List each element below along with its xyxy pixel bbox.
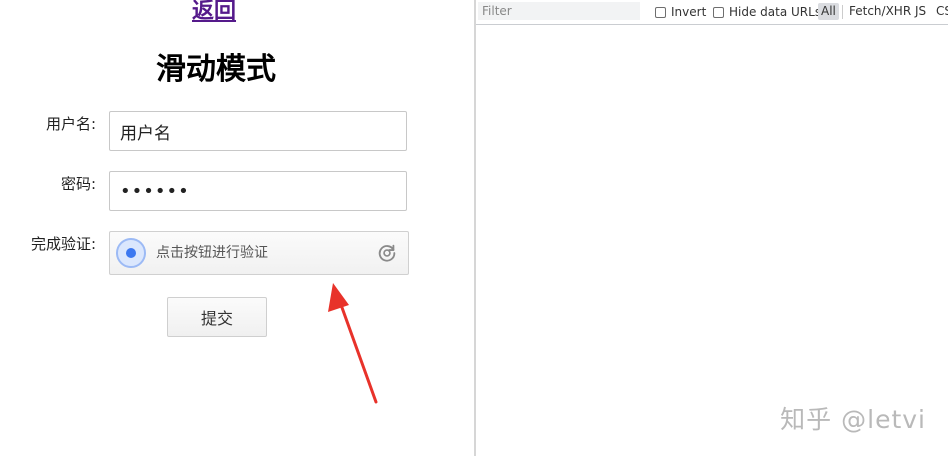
type-filter-css[interactable]: CS [933, 3, 948, 20]
captcha-text: 点击按钮进行验证 [156, 245, 268, 261]
devtools-network-pane: Invert Hide data URLs All Fetch/XHR JS C… [476, 0, 948, 456]
red-arrow-icon [328, 283, 378, 404]
hide-data-urls-checkbox[interactable] [713, 6, 724, 18]
password-label: 密码: [60, 175, 96, 193]
hide-data-urls-label: Hide data URLs [729, 5, 822, 19]
type-filter-separator [842, 5, 843, 19]
screenshot-root: 返回 滑动模式 用户名: 密码: 完成验证: 点击按钮进行验证 提交 [0, 0, 948, 456]
captcha-label: 完成验证: [30, 235, 96, 253]
hide-data-urls-checkbox-item[interactable]: Hide data URLs [713, 4, 821, 20]
invert-checkbox[interactable] [655, 6, 666, 18]
refresh-icon[interactable] [376, 242, 398, 264]
back-link[interactable]: 返回 [192, 0, 236, 26]
captcha-button[interactable]: 点击按钮进行验证 [109, 231, 409, 275]
password-input[interactable] [109, 171, 407, 211]
invert-label: Invert [671, 5, 707, 19]
username-label: 用户名: [45, 115, 96, 133]
type-filter-js[interactable]: JS [912, 3, 929, 20]
page-title: 滑动模式 [156, 52, 276, 87]
radar-dot-icon [116, 238, 146, 268]
invert-checkbox-item[interactable]: Invert [655, 4, 706, 20]
network-filter-bar: Invert Hide data URLs All Fetch/XHR JS C… [476, 0, 948, 25]
radar-dot-center [126, 248, 136, 258]
filter-input[interactable] [478, 2, 640, 20]
submit-button[interactable]: 提交 [167, 297, 267, 337]
type-filter-all[interactable]: All [818, 3, 839, 20]
web-page: 返回 滑动模式 用户名: 密码: 完成验证: 点击按钮进行验证 提交 [0, 0, 474, 456]
username-input[interactable] [109, 111, 407, 151]
type-filter-fetch-xhr[interactable]: Fetch/XHR [846, 3, 914, 20]
watermark: 知乎 @letvi [780, 405, 926, 434]
